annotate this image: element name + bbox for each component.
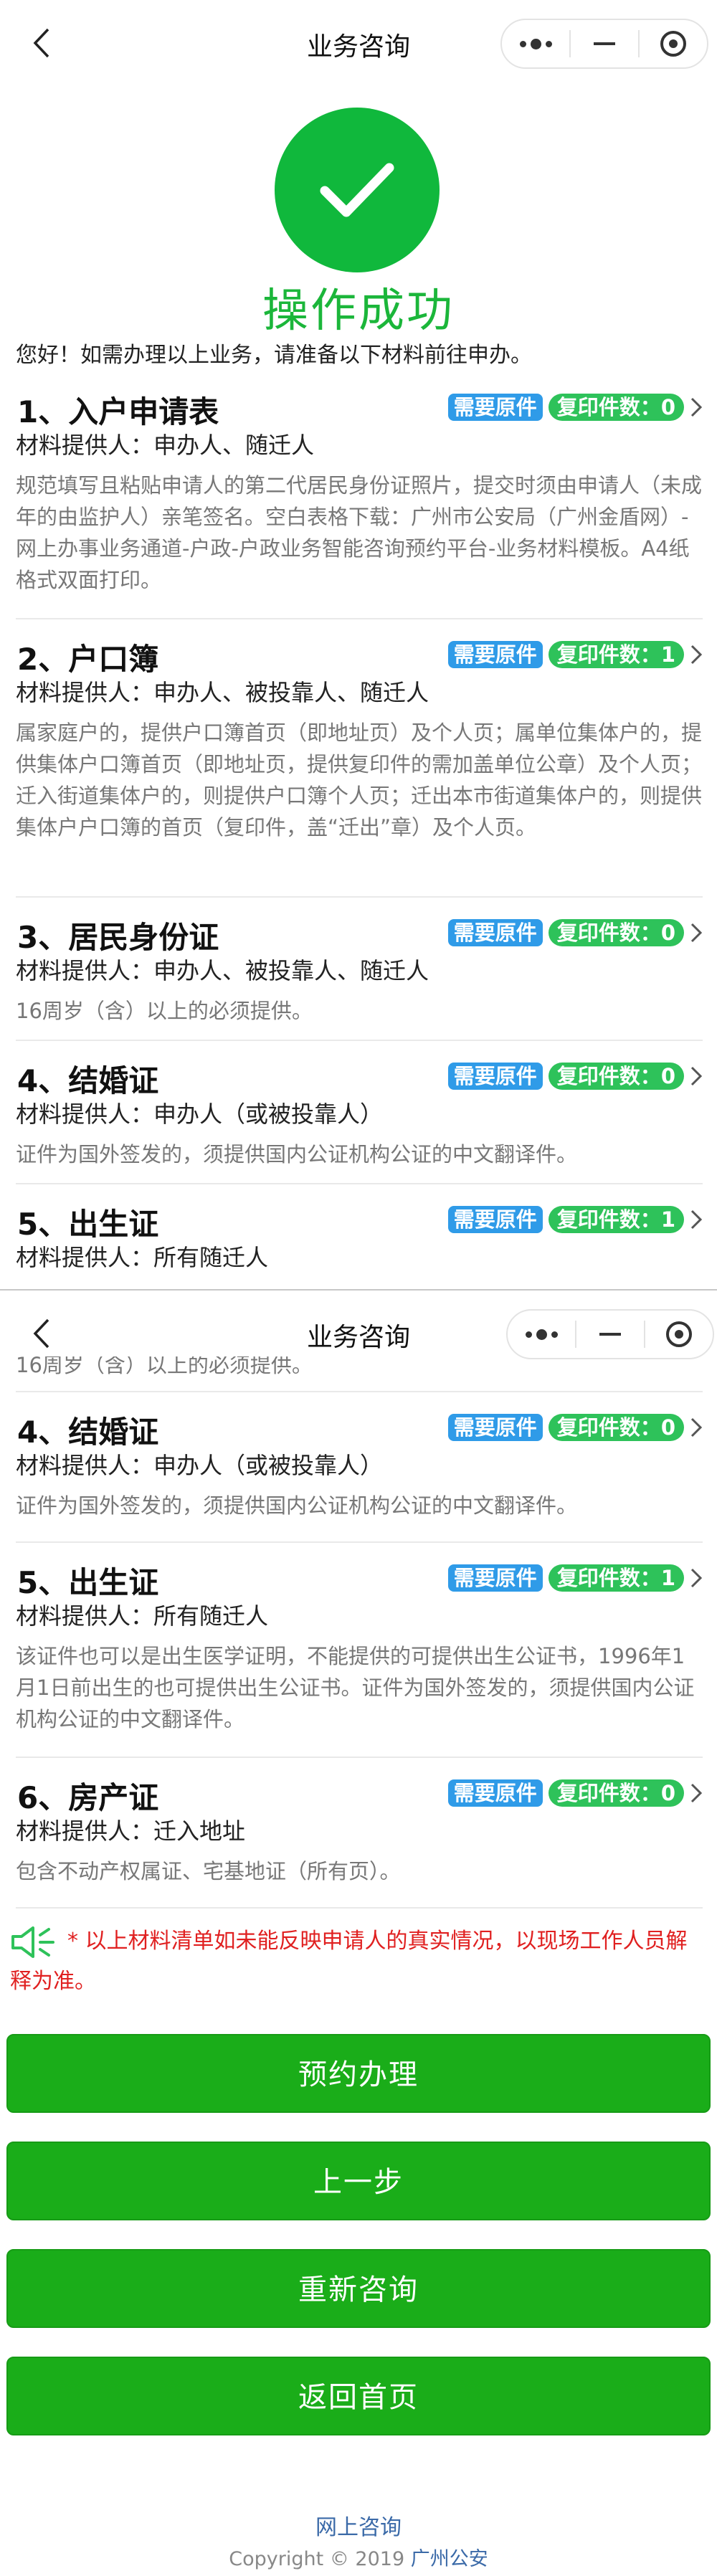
material-provider: 材料提供人：迁入地址 <box>16 1817 246 1845</box>
copyright: Copyright © 2019 广州公安 <box>229 2548 488 2570</box>
copies-badge: 复印件数：1 <box>548 641 684 668</box>
chevron-right-icon[interactable] <box>690 396 703 418</box>
material-item: 5、出生证 需要原件 复印件数：1 材料提供人：所有随迁人 <box>16 1196 703 1273</box>
original-badge: 需要原件 <box>447 1206 543 1233</box>
chevron-right-icon[interactable] <box>690 1567 703 1589</box>
divider <box>16 618 703 619</box>
material-provider: 材料提供人：申办人、被投靠人、随迁人 <box>16 957 429 984</box>
material-badges[interactable]: 需要原件 复印件数：1 <box>447 1564 703 1592</box>
material-title: 5、出生证 <box>17 1207 159 1242</box>
material-provider: 材料提供人：所有随迁人 <box>16 1244 269 1271</box>
original-badge: 需要原件 <box>447 1779 543 1807</box>
material-item: 3、居民身份证 需要原件 复印件数：0 材料提供人：申办人、被投靠人、随迁人 1… <box>16 909 703 1027</box>
material-title: 2、户口簿 <box>17 642 159 677</box>
material-badges[interactable]: 需要原件 复印件数：0 <box>447 1414 703 1441</box>
restart-consult-button[interactable]: 重新咨询 <box>6 2249 711 2328</box>
material-title: 4、结婚证 <box>17 1063 159 1098</box>
material-description: 16周岁（含）以上的必须提供。 <box>16 999 313 1023</box>
divider <box>16 1183 703 1184</box>
success-title: 操作成功 <box>262 285 455 338</box>
divider <box>16 1757 703 1758</box>
material-item: 5、出生证 需要原件 复印件数：1 材料提供人：所有随迁人 该证件也可以是出生医… <box>16 1554 703 1735</box>
more-dots-icon[interactable] <box>508 1311 575 1358</box>
notice-text: * 以上材料清单如未能反映申请人的真实情况，以现场工作人员解释为准。 <box>10 1929 688 1994</box>
original-badge: 需要原件 <box>447 1564 543 1592</box>
book-appointment-button[interactable]: 预约办理 <box>6 2034 711 2113</box>
material-title: 1、入户申请表 <box>17 394 219 429</box>
material-badges[interactable]: 需要原件 复印件数：0 <box>447 1779 703 1807</box>
copies-badge: 复印件数：0 <box>548 1779 684 1807</box>
original-badge: 需要原件 <box>447 919 543 946</box>
chevron-right-icon[interactable] <box>690 1782 703 1804</box>
material-provider: 材料提供人：所有随迁人 <box>16 1602 269 1630</box>
chevron-right-icon[interactable] <box>690 1209 703 1230</box>
material-description: 该证件也可以是出生医学证明，不能提供的可提供出生公证书，1996年1月1日前出生… <box>16 1644 695 1731</box>
material-description: 16周岁（含）以上的必须提供。 <box>16 1356 313 1375</box>
copies-badge: 复印件数：0 <box>548 1063 684 1090</box>
material-description: 包含不动产权属证、宅基地证（所有页）。 <box>16 1859 401 1883</box>
target-icon[interactable] <box>645 1311 713 1358</box>
divider <box>16 1391 703 1392</box>
material-provider: 材料提供人：申办人、被投靠人、随迁人 <box>16 679 429 706</box>
divider <box>16 896 703 898</box>
material-provider: 材料提供人：申办人（或被投靠人） <box>16 1452 384 1479</box>
original-badge: 需要原件 <box>447 394 543 421</box>
intro-text: 您好！如需办理以上业务，请准备以下材料前往申办。 <box>16 343 532 368</box>
divider <box>16 1040 703 1041</box>
material-item: 2、户口簿 需要原件 复印件数：1 材料提供人：申办人、被投靠人、随迁人 属家庭… <box>16 631 703 843</box>
material-badges[interactable]: 需要原件 复印件数：0 <box>447 919 703 946</box>
material-item: 1、入户申请表 需要原件 复印件数：0 材料提供人：申办人、随迁人 规范填写且粘… <box>16 384 703 596</box>
minus-icon[interactable] <box>571 20 638 67</box>
material-badges[interactable]: 需要原件 复印件数：0 <box>447 1063 703 1090</box>
material-description: 证件为国外签发的，须提供国内公证机构公证的中文翻译件。 <box>16 1142 578 1166</box>
material-provider: 材料提供人：申办人（或被投靠人） <box>16 1101 384 1128</box>
material-title: 5、出生证 <box>17 1565 159 1600</box>
speaker-icon <box>11 1926 54 1958</box>
material-item: 6、房产证 需要原件 复印件数：0 材料提供人：迁入地址 包含不动产权属证、宅基… <box>16 1769 703 1887</box>
material-description: 规范填写且粘贴申请人的第二代居民身份证照片，提交时须由申请人（未成年的由监护人）… <box>16 473 703 592</box>
original-badge: 需要原件 <box>447 1063 543 1090</box>
material-provider: 材料提供人：申办人、随迁人 <box>16 432 315 459</box>
material-badges[interactable]: 需要原件 复印件数：1 <box>447 1206 703 1233</box>
target-icon[interactable] <box>640 20 707 67</box>
copies-badge: 复印件数：1 <box>548 1564 684 1592</box>
material-title: 4、结婚证 <box>17 1415 159 1450</box>
copies-badge: 复印件数：0 <box>548 1414 684 1441</box>
notice: * 以上材料清单如未能反映申请人的真实情况，以现场工作人员解释为准。 <box>10 1921 706 2002</box>
original-badge: 需要原件 <box>447 1414 543 1441</box>
chevron-right-icon[interactable] <box>690 1065 703 1087</box>
minus-icon[interactable] <box>576 1311 644 1358</box>
material-item: 4、结婚证 需要原件 复印件数：0 材料提供人：申办人（或被投靠人） 证件为国外… <box>16 1052 703 1170</box>
chevron-right-icon[interactable] <box>690 1417 703 1438</box>
original-badge: 需要原件 <box>447 641 543 668</box>
mini-program-capsule <box>500 19 708 69</box>
chevron-right-icon[interactable] <box>690 922 703 944</box>
mini-program-capsule <box>506 1309 714 1359</box>
online-consult-link[interactable]: 网上咨询 <box>0 2509 717 2541</box>
material-title: 6、房产证 <box>17 1780 159 1815</box>
checkmark-icon <box>275 108 440 272</box>
material-description: 证件为国外签发的，须提供国内公证机构公证的中文翻译件。 <box>16 1493 578 1518</box>
back-home-button[interactable]: 返回首页 <box>6 2357 711 2435</box>
material-item: 4、结婚证 需要原件 复印件数：0 材料提供人：申办人（或被投靠人） 证件为国外… <box>16 1404 703 1521</box>
nav-bar: 业务咨询 <box>0 0 717 86</box>
chevron-right-icon[interactable] <box>690 644 703 665</box>
more-dots-icon[interactable] <box>502 20 569 67</box>
material-badges[interactable]: 需要原件 复印件数：1 <box>447 641 703 668</box>
material-badges[interactable]: 需要原件 复印件数：0 <box>447 394 703 421</box>
copies-badge: 复印件数：1 <box>548 1206 684 1233</box>
previous-step-button[interactable]: 上一步 <box>6 2142 711 2220</box>
copies-badge: 复印件数：0 <box>548 919 684 946</box>
divider <box>16 1541 703 1543</box>
divider <box>16 1907 703 1909</box>
copies-badge: 复印件数：0 <box>548 394 684 421</box>
material-description: 属家庭户的，提供户口簿首页（即地址页）及个人页；属单位集体户的，提供集体户口簿首… <box>16 721 703 840</box>
material-title: 3、居民身份证 <box>17 920 219 955</box>
